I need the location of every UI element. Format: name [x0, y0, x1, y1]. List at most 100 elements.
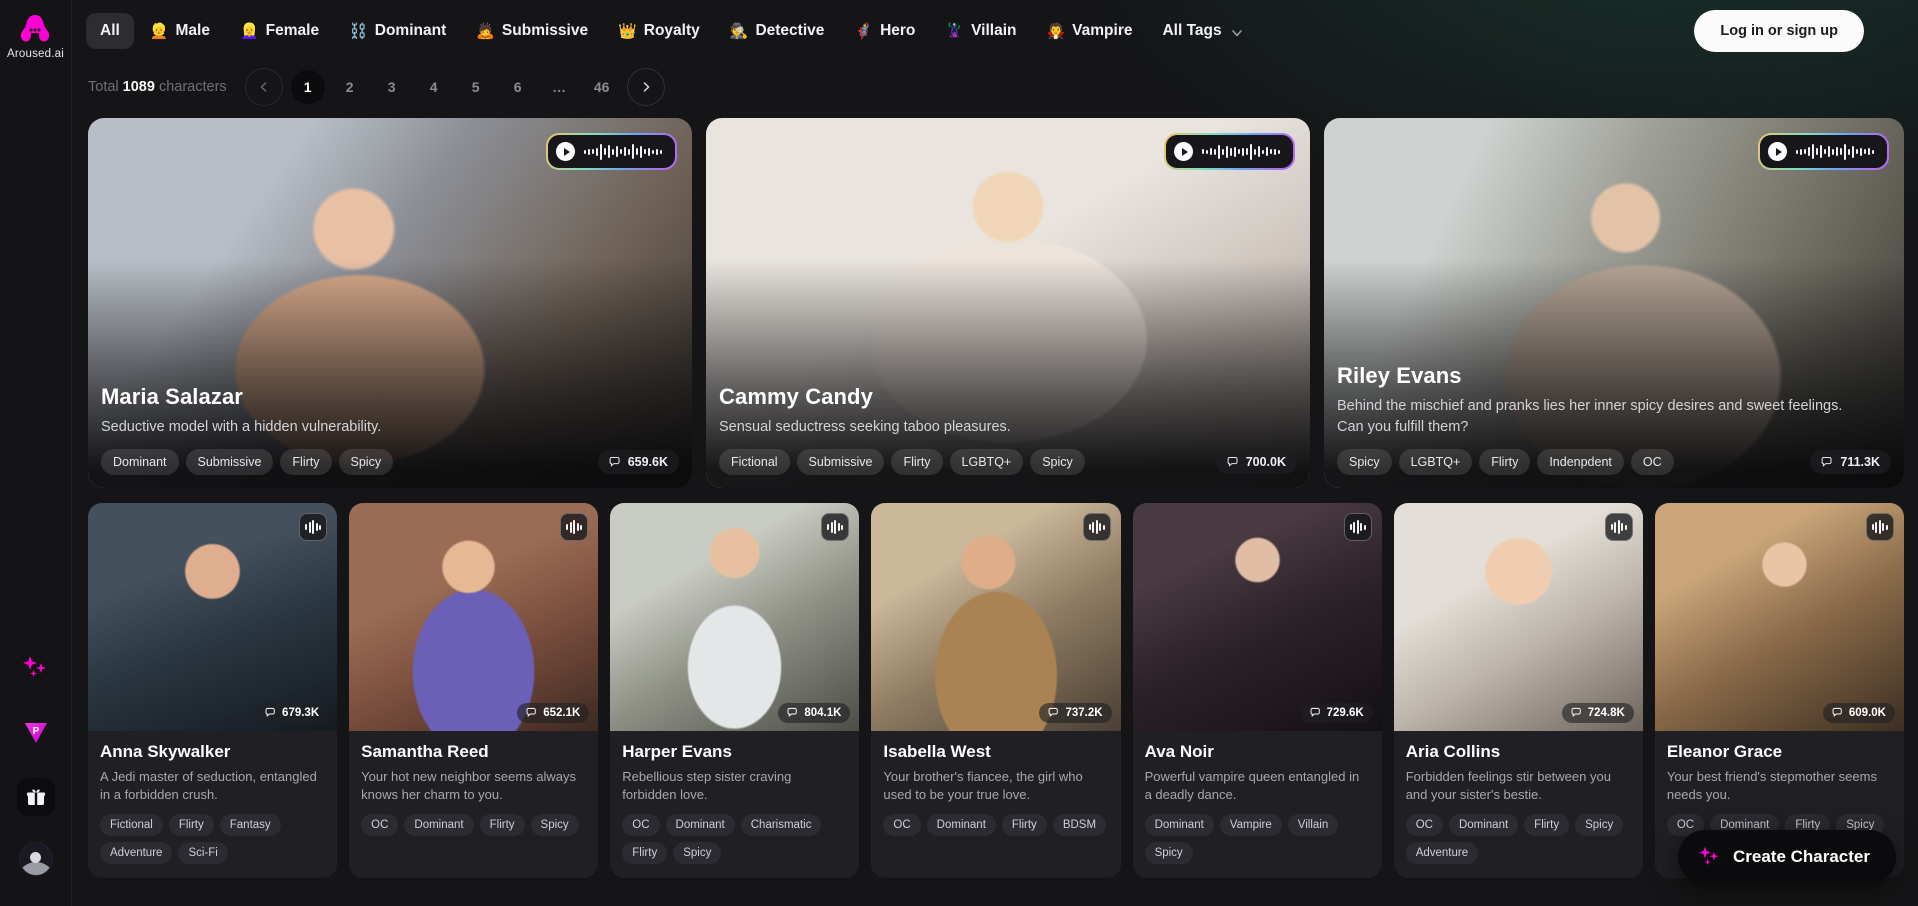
featured-card-riley-evans[interactable]: Riley Evans Behind the mischief and pran… [1324, 118, 1904, 488]
tag[interactable]: Dominant [1448, 814, 1519, 836]
audio-preview-button[interactable] [1604, 513, 1633, 541]
tag[interactable]: Spicy [1337, 449, 1392, 475]
character-card-aria-collins[interactable]: 724.8K Aria Collins Forbidden feelings s… [1393, 503, 1643, 878]
pagination-prev-button[interactable] [244, 68, 283, 106]
tab-villain[interactable]: 🦹 Villain [931, 13, 1030, 49]
tag[interactable]: OC [883, 814, 921, 836]
audio-preview-player[interactable] [1758, 133, 1889, 170]
character-card-eleanor-grace[interactable]: 609.0K Eleanor Grace Your best friend's … [1654, 503, 1904, 878]
tag[interactable]: Flirty [168, 814, 214, 836]
tag[interactable]: Flirty [1479, 449, 1531, 475]
page-46[interactable]: 46 [585, 70, 619, 104]
superhero-icon: 🦸 [854, 22, 874, 40]
page-4[interactable]: 4 [417, 70, 451, 104]
tab-male[interactable]: 👱 Male [136, 13, 224, 49]
view-count: 737.2K [1065, 707, 1103, 719]
character-name: Aria Collins [1405, 742, 1501, 761]
play-icon[interactable] [1768, 142, 1787, 161]
tag[interactable]: Flirty [280, 449, 332, 475]
audio-preview-button[interactable] [1865, 513, 1894, 541]
tab-hero[interactable]: 🦸 Hero [840, 13, 929, 49]
tag[interactable]: Charismatic [740, 814, 822, 836]
tag[interactable]: Sci-Fi [178, 842, 228, 864]
tab-royalty[interactable]: 👑 Royalty [604, 13, 714, 49]
tag[interactable]: LGBTQ+ [1398, 449, 1473, 475]
tab-vampire[interactable]: 🧛 Vampire [1032, 13, 1146, 49]
brand-logo[interactable]: Aroused.ai [7, 14, 64, 60]
tab-female[interactable]: 👱‍♀️ Female [226, 13, 333, 49]
login-signup-button[interactable]: Log in or sign up [1694, 10, 1864, 52]
tag[interactable]: Spicy [1575, 814, 1624, 836]
character-card-ava-noir[interactable]: 729.6K Ava Noir Powerful vampire queen e… [1132, 503, 1382, 878]
play-icon[interactable] [556, 142, 575, 161]
tag[interactable]: Spicy [530, 814, 579, 836]
page-1[interactable]: 1 [290, 70, 325, 104]
pagination-next-button[interactable] [626, 68, 665, 106]
character-card-isabella-west[interactable]: 737.2K Isabella West Your brother's fian… [871, 503, 1121, 878]
tag[interactable]: Flirty [1001, 814, 1047, 836]
page-3[interactable]: 3 [375, 70, 409, 104]
audio-preview-button[interactable] [1082, 513, 1111, 541]
tag[interactable]: Spicy [1030, 449, 1085, 475]
tag[interactable]: OC [1405, 814, 1443, 836]
tag[interactable]: Fantasy [219, 814, 281, 836]
tag[interactable]: OC [361, 814, 399, 836]
card-image: 737.2K [871, 503, 1121, 731]
tag[interactable]: Dominant [101, 449, 179, 475]
sparkles-icon[interactable] [17, 650, 55, 688]
tag[interactable]: LGBTQ+ [949, 449, 1024, 475]
profile-avatar-icon[interactable] [18, 842, 53, 876]
tag[interactable]: Submissive [796, 449, 885, 475]
tab-dominant[interactable]: ⛓️ Dominant [335, 13, 460, 49]
tab-submissive[interactable]: 🙇 Submissive [462, 13, 602, 49]
audio-preview-player[interactable] [546, 133, 677, 170]
sidebar-avatar-3[interactable] [17, 200, 55, 238]
tab-all-tags[interactable]: All Tags [1148, 13, 1255, 49]
tag[interactable]: Flirty [622, 842, 668, 864]
tag[interactable]: OC [622, 814, 660, 836]
tag[interactable]: Villain [1287, 814, 1339, 836]
character-card-harper-evans[interactable]: 804.1K Harper Evans Rebellious step sist… [610, 503, 860, 878]
gift-icon[interactable] [16, 778, 55, 816]
tag[interactable]: Flirty [1524, 814, 1570, 836]
sidebar-avatar-2[interactable] [17, 146, 55, 184]
tag[interactable]: Spicy [673, 842, 722, 864]
create-character-button[interactable]: Create Character [1677, 830, 1896, 884]
tab-all[interactable]: All [86, 13, 134, 49]
tag[interactable]: Indenpdent [1537, 449, 1624, 475]
tab-female-label: Female [265, 22, 320, 39]
tag[interactable]: Flirty [479, 814, 525, 836]
audio-preview-player[interactable] [1164, 133, 1295, 170]
audio-preview-button[interactable] [1343, 513, 1372, 541]
sidebar-avatar-1[interactable] [17, 92, 55, 130]
page-6[interactable]: 6 [501, 70, 535, 104]
tag[interactable]: Dominant [404, 814, 474, 836]
audio-preview-button[interactable] [299, 513, 328, 541]
page-2[interactable]: 2 [333, 70, 367, 104]
page-5[interactable]: 5 [459, 70, 493, 104]
featured-card-maria-salazar[interactable]: Maria Salazar Seductive model with a hid… [88, 118, 692, 488]
character-card-samantha-reed[interactable]: 652.1K Samantha Reed Your hot new neighb… [349, 503, 599, 878]
tag[interactable]: Dominant [665, 814, 735, 836]
play-icon[interactable] [1174, 142, 1193, 161]
tag[interactable]: Fictional [719, 449, 790, 475]
tag[interactable]: Fictional [100, 814, 163, 836]
tag[interactable]: OC [1630, 449, 1674, 475]
audio-preview-button[interactable] [821, 513, 850, 541]
tag[interactable]: Submissive [185, 449, 274, 475]
tag[interactable]: Vampire [1219, 814, 1282, 836]
tag[interactable]: Dominant [1144, 814, 1214, 836]
tab-dominant-label: Dominant [374, 22, 447, 39]
tag[interactable]: Adventure [1405, 842, 1479, 864]
tag[interactable]: Spicy [338, 449, 394, 475]
tag[interactable]: Spicy [1144, 842, 1193, 864]
tag[interactable]: BDSM [1052, 814, 1107, 836]
tag[interactable]: Flirty [891, 449, 943, 475]
character-card-anna-skywalker[interactable]: 679.3K Anna Skywalker A Jedi master of s… [88, 503, 338, 878]
tab-detective[interactable]: 🕵️ Detective [716, 13, 839, 49]
premium-diamond-icon[interactable]: P [17, 714, 55, 752]
featured-card-cammy-candy[interactable]: Cammy Candy Sensual seductress seeking t… [706, 118, 1310, 488]
tag[interactable]: Adventure [100, 842, 173, 864]
audio-preview-button[interactable] [560, 513, 589, 541]
tag[interactable]: Dominant [926, 814, 996, 836]
